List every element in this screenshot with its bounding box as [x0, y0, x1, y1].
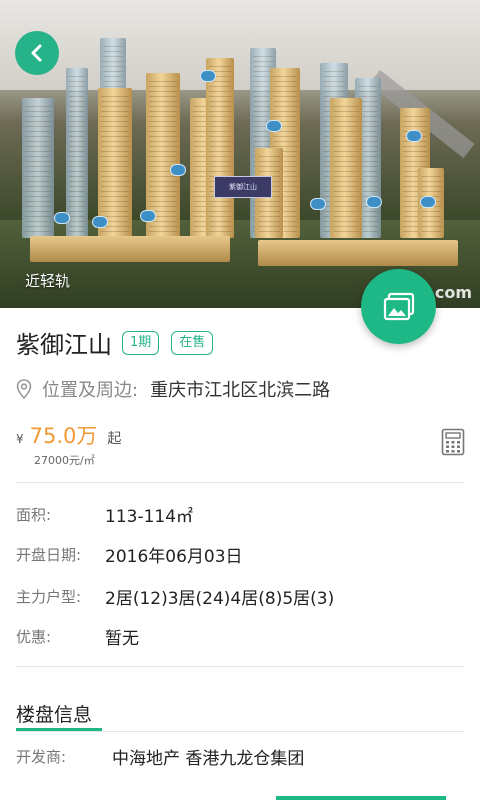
building-pin	[140, 210, 156, 222]
discount-value: 暂无	[105, 628, 139, 649]
location-pin-icon	[16, 379, 32, 399]
location-label: 位置及周边:	[42, 380, 139, 401]
divider	[16, 666, 464, 667]
tower	[206, 58, 234, 238]
location-row[interactable]: 位置及周边: 重庆市江北区北滨二路	[16, 376, 330, 402]
divider	[16, 482, 464, 483]
price-row: ¥ 75.0万 起	[16, 420, 121, 450]
currency-symbol: ¥	[16, 432, 24, 446]
divider	[16, 731, 464, 732]
podium	[30, 236, 230, 262]
scroll-indicator	[276, 796, 446, 800]
discount-label: 优惠:	[16, 627, 52, 646]
tower	[330, 98, 362, 238]
area-label: 面积:	[16, 505, 52, 524]
back-button[interactable]	[15, 31, 59, 75]
main-unit-type-label: 主力户型:	[16, 587, 82, 606]
building-pin	[420, 196, 436, 208]
building-pin	[92, 216, 108, 228]
building-pin	[266, 120, 282, 132]
unit-price: 27000元/㎡	[34, 454, 95, 467]
section-title[interactable]: 楼盘信息	[16, 700, 92, 727]
building-pin	[366, 196, 382, 208]
podium	[258, 240, 458, 266]
developer-value: 中海地产 香港九龙仓集团	[112, 749, 305, 769]
developer-row: 开发商: 中海地产 香港九龙仓集团	[16, 744, 304, 769]
opening-date-row: 开盘日期: 2016年06月03日	[16, 540, 243, 568]
area-value: 113-114㎡	[105, 506, 194, 527]
project-title: 紫御江山	[16, 331, 112, 359]
hero-image[interactable]: 紫御江山 近轻轨 .com	[0, 0, 480, 308]
calculator-button[interactable]	[441, 428, 465, 456]
discount-row: 优惠: 暂无	[16, 622, 139, 650]
price-suffix: 起	[107, 431, 122, 447]
main-unit-type-value: 2居(12)3居(24)4居(8)5居(3)	[105, 588, 335, 609]
area-row: 面积: 113-114㎡	[16, 500, 193, 528]
title-row: 紫御江山 1期 在售	[16, 325, 214, 360]
building-pin	[170, 164, 186, 176]
building-pin	[54, 212, 70, 224]
main-unit-type-row: 主力户型: 2居(12)3居(24)4居(8)5居(3)	[16, 582, 334, 610]
building-pin	[310, 198, 326, 210]
gallery-icon	[383, 292, 414, 320]
building-pin	[406, 130, 422, 142]
tower	[22, 98, 54, 238]
calculator-icon	[441, 428, 465, 456]
status-tag: 在售	[171, 330, 214, 355]
phase-tag: 1期	[122, 330, 160, 355]
hero-caption: 近轻轨	[25, 272, 71, 290]
tower	[66, 68, 88, 238]
building-pin	[200, 70, 216, 82]
location-value: 重庆市江北区北滨二路	[150, 380, 331, 401]
total-price: 75.0万	[29, 424, 98, 448]
project-sign: 紫御江山	[214, 176, 272, 198]
opening-date-label: 开盘日期:	[16, 545, 82, 564]
gallery-button[interactable]	[361, 269, 436, 344]
opening-date-value: 2016年06月03日	[105, 546, 243, 567]
developer-label: 开发商:	[16, 748, 67, 766]
chevron-left-icon	[31, 44, 42, 62]
